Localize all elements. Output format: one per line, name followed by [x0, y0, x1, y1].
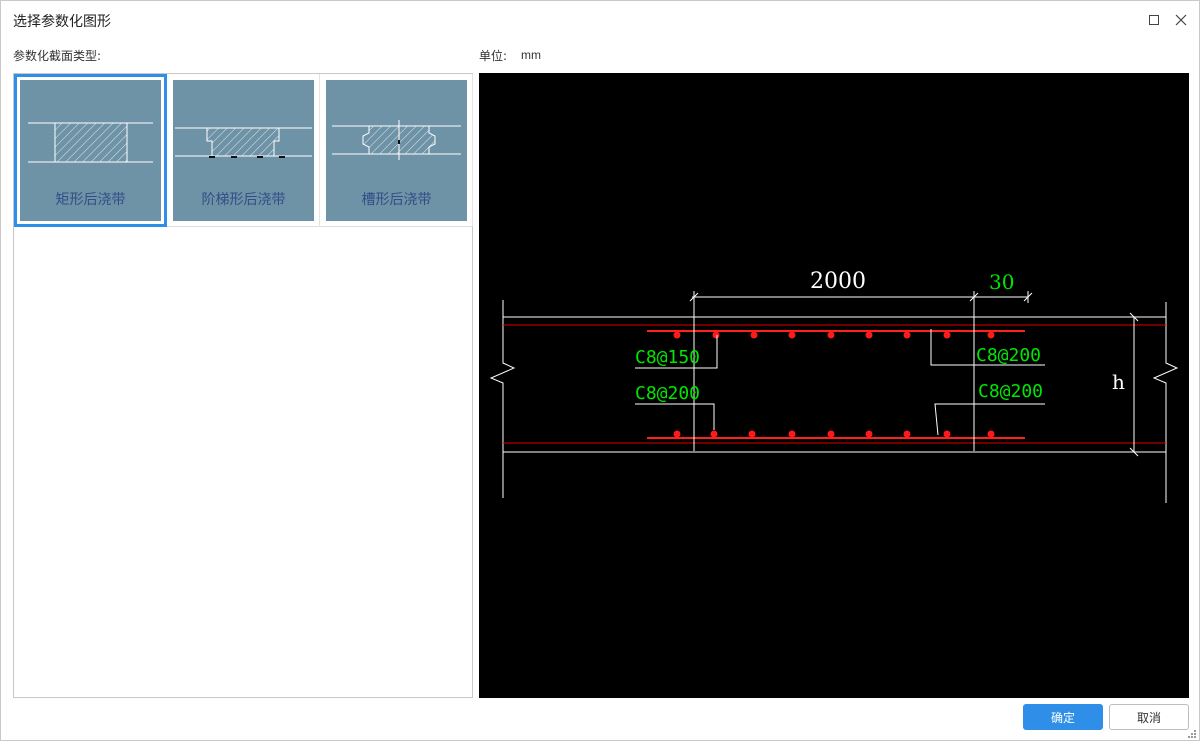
section-type-label: 参数化截面类型:: [13, 49, 102, 63]
thumbnail-stepped[interactable]: 阶梯形后浇带: [167, 74, 320, 227]
right-break-line: [1152, 302, 1179, 503]
section-type-list: 矩形后浇带 阶梯形后浇带 槽形后浇带: [13, 73, 473, 698]
thumbnail-groove[interactable]: 槽形后浇带: [320, 74, 473, 227]
thumbnail-rectangular-preview: 矩形后浇带: [20, 80, 161, 221]
rebar-label-top-left: C8@150: [635, 347, 700, 368]
resize-grip-icon[interactable]: [1187, 729, 1197, 739]
unit-label: 单位:: [479, 49, 508, 63]
close-button[interactable]: [1171, 10, 1191, 30]
offset-dimension-text: 30: [989, 270, 1014, 294]
dialog-window: 选择参数化图形 参数化截面类型: 单位: mm 矩形后浇带 阶梯形后浇带 槽形后…: [0, 0, 1200, 741]
maximize-icon: [1149, 15, 1159, 25]
thumbnail-groove-label: 槽形后浇带: [361, 192, 432, 208]
maximize-button[interactable]: [1144, 10, 1164, 30]
close-icon: [1175, 14, 1187, 26]
ok-button[interactable]: 确定: [1023, 704, 1103, 730]
cancel-button[interactable]: 取消: [1109, 704, 1189, 730]
thumbnail-stepped-label: 阶梯形后浇带: [201, 192, 286, 208]
rebar-label-bottom-right: C8@200: [978, 381, 1043, 402]
width-dimension-text: 2000: [810, 269, 866, 294]
bottom-rebar-dots: [673, 430, 995, 438]
top-rebar-dots: [673, 331, 995, 339]
height-dimension-text: h: [1112, 370, 1125, 394]
title-bar: 选择参数化图形: [1, 1, 1199, 39]
rebar-label-top-right: C8@200: [976, 345, 1041, 366]
preview-canvas: 2000 30 h C8@150 C8@200 C8@200 C8@200: [479, 73, 1189, 698]
left-break-line: [489, 300, 516, 498]
thumbnail-groove-preview: 槽形后浇带: [326, 80, 467, 221]
rebar-label-bottom-left: C8@200: [635, 383, 700, 404]
thumbnail-row: 矩形后浇带 阶梯形后浇带 槽形后浇带: [14, 74, 473, 227]
thumbnail-stepped-preview: 阶梯形后浇带: [173, 80, 314, 221]
thumbnail-rectangular-label: 矩形后浇带: [55, 192, 126, 208]
height-dimension: [1129, 312, 1139, 457]
unit-value: mm: [521, 48, 541, 62]
dialog-title: 选择参数化图形: [13, 14, 111, 30]
section-drawing: 2000 30 h C8@150 C8@200 C8@200 C8@200: [489, 269, 1179, 503]
thumbnail-rectangular[interactable]: 矩形后浇带: [14, 74, 167, 227]
